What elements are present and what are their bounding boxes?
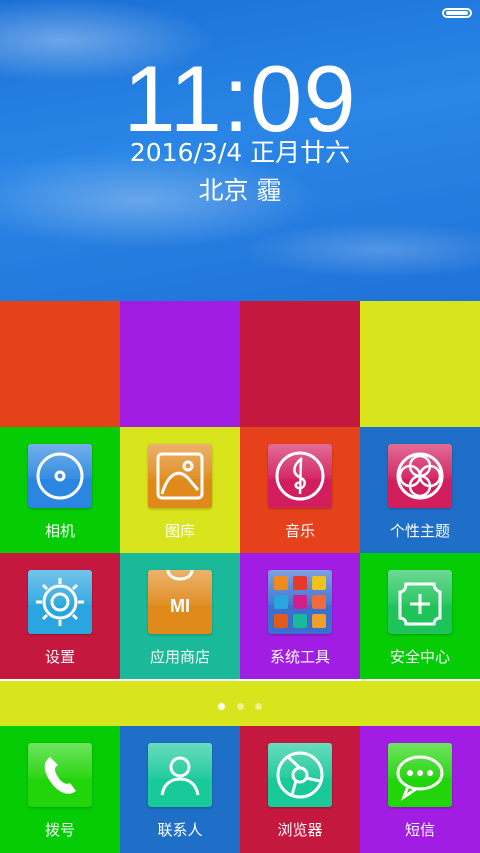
mi-store-icon: MI (148, 570, 212, 634)
date-text: 2016/3/4 正月廿六 (129, 138, 351, 167)
page-indicator[interactable] (0, 681, 480, 726)
app-label: 相机 (44, 522, 75, 540)
color-tile (120, 301, 240, 427)
svg-text:MI: MI (170, 596, 190, 616)
app-label: 个性主题 (389, 522, 450, 540)
battery-icon (442, 8, 472, 18)
message-icon (388, 743, 452, 807)
tools-folder-icon (268, 570, 332, 634)
person-icon (148, 743, 212, 807)
clock-time: 11:09 (123, 46, 357, 151)
tile-row-top (0, 301, 480, 427)
app-label: 联系人 (157, 821, 203, 839)
app-label: 应用商店 (149, 648, 210, 666)
app-label: 设置 (44, 648, 75, 666)
dock: 拨号 联系人 浏览器 短信 (0, 726, 480, 853)
shield-plus-icon (388, 570, 452, 634)
gallery-icon (148, 444, 212, 508)
page-dot[interactable] (255, 703, 262, 710)
app-label: 拨号 (44, 821, 75, 839)
app-app-store[interactable]: MI 应用商店 (120, 553, 240, 679)
gear-icon (28, 570, 92, 634)
music-icon (268, 444, 332, 508)
app-label: 浏览器 (277, 821, 323, 839)
app-camera[interactable]: 相机 (0, 427, 120, 553)
app-themes[interactable]: 个性主题 (360, 427, 480, 553)
page-dot-active[interactable] (218, 703, 225, 710)
browser-icon (268, 743, 332, 807)
dock-contacts[interactable]: 联系人 (120, 726, 240, 853)
phone-icon (28, 743, 92, 807)
app-grid: 相机 图库 音乐 个性主题 设置 MI 应用商店 系统工具 安全中心 (0, 301, 480, 679)
weather-text: 北京 霾 (198, 176, 282, 205)
dock-browser[interactable]: 浏览器 (240, 726, 360, 853)
app-label: 音乐 (284, 522, 315, 540)
color-tile (240, 301, 360, 427)
app-label: 安全中心 (389, 648, 450, 666)
app-label: 图库 (164, 522, 195, 540)
app-settings[interactable]: 设置 (0, 553, 120, 679)
color-tile (0, 301, 120, 427)
app-gallery[interactable]: 图库 (120, 427, 240, 553)
app-security[interactable]: 安全中心 (360, 553, 480, 679)
dock-messages[interactable]: 短信 (360, 726, 480, 853)
color-tile (360, 301, 480, 427)
camera-icon (28, 444, 92, 508)
themes-icon (388, 444, 452, 508)
folder-system-tools[interactable]: 系统工具 (240, 553, 360, 679)
tile-row-apps-1: 相机 图库 音乐 个性主题 (0, 427, 480, 553)
page-dot[interactable] (237, 703, 244, 710)
tile-row-apps-2: 设置 MI 应用商店 系统工具 安全中心 (0, 553, 480, 679)
app-label: 系统工具 (269, 648, 330, 666)
app-music[interactable]: 音乐 (240, 427, 360, 553)
app-label: 短信 (404, 821, 435, 839)
dock-phone[interactable]: 拨号 (0, 726, 120, 853)
